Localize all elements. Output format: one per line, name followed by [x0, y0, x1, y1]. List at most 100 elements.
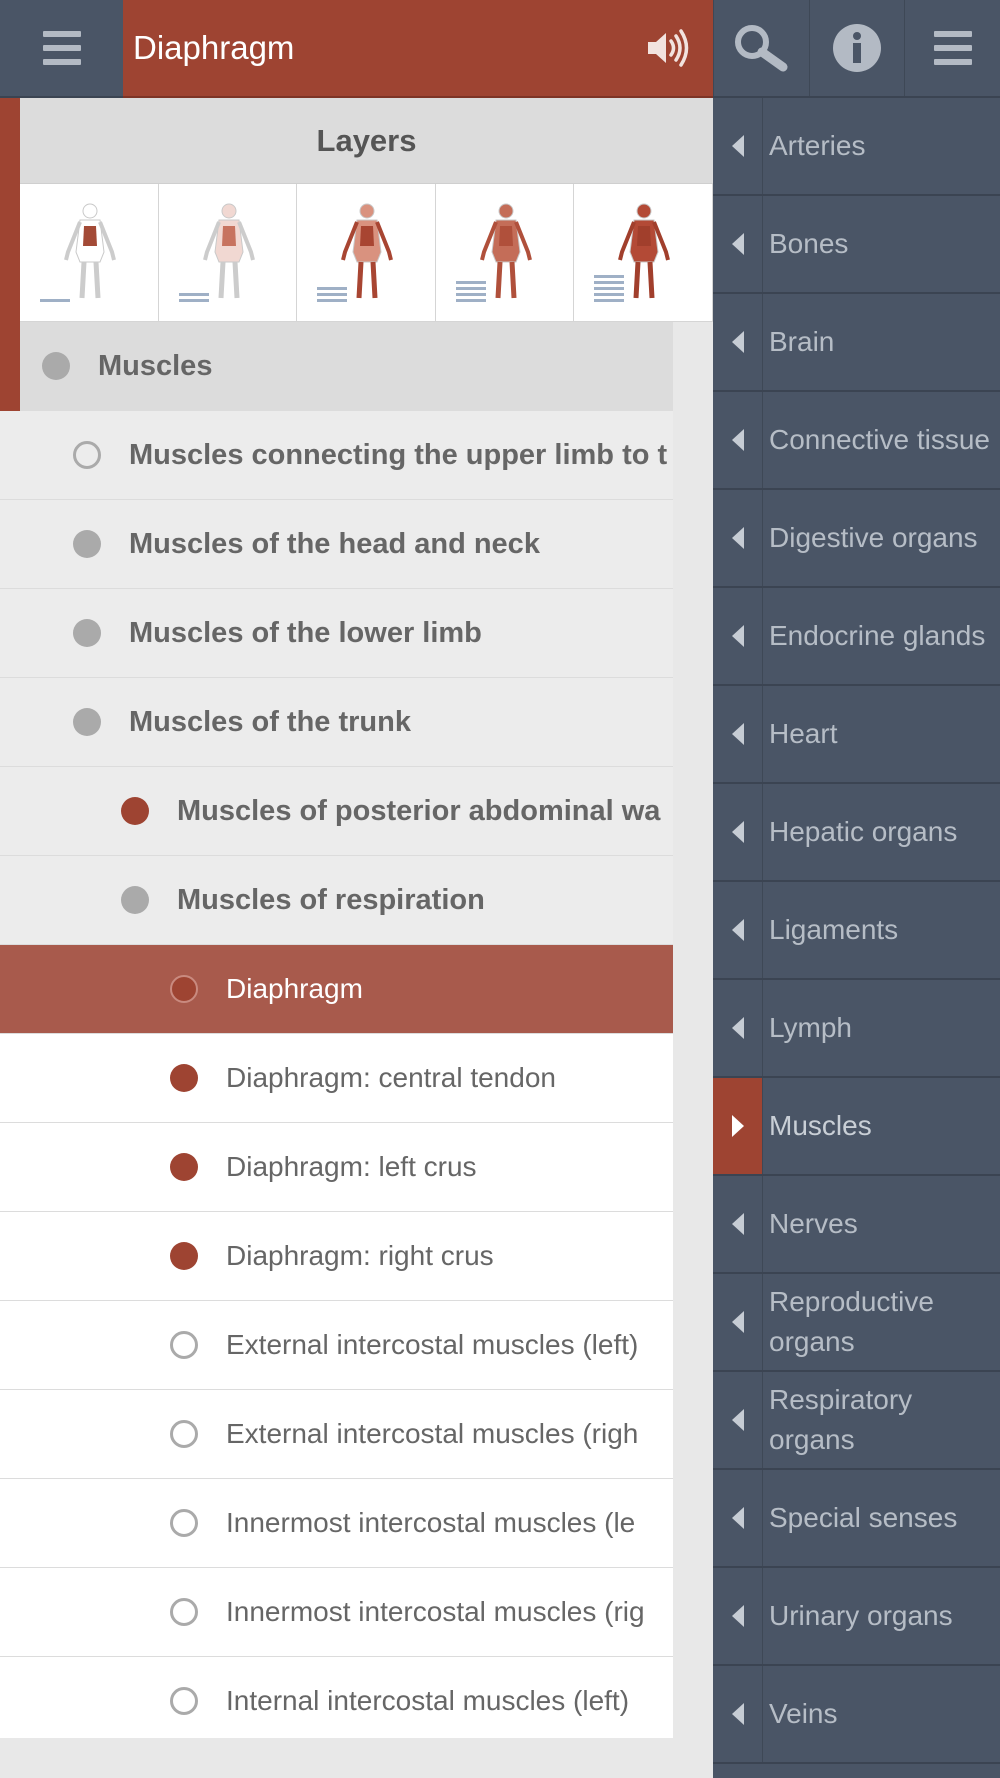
tree-item-row[interactable]: Diaphragm: left crus: [0, 1123, 673, 1212]
arrow-left-icon[interactable]: [713, 1274, 763, 1370]
arrow-left-icon[interactable]: [713, 784, 763, 880]
tree-subgroup-row[interactable]: Muscles of posterior abdominal wa: [0, 767, 673, 856]
scroll-gutter[interactable]: [673, 322, 713, 1778]
arrow-left-icon[interactable]: [713, 1176, 763, 1272]
nav-item-label: Digestive organs: [769, 522, 978, 553]
nav-item-veins[interactable]: Veins: [713, 1666, 1000, 1764]
info-icon: [833, 24, 881, 72]
filled-circle-icon[interactable]: [42, 352, 70, 380]
tree-item-label: Internal intercostal muscles (left): [226, 1685, 630, 1716]
left-menu-button[interactable]: [0, 0, 123, 98]
page-title: Diaphragm: [133, 29, 295, 66]
filled-circle-icon[interactable]: [170, 975, 198, 1003]
tree-footer: [0, 1738, 713, 1778]
arrow-left-icon[interactable]: [713, 196, 763, 292]
nav-item-urinary-organs[interactable]: Urinary organs: [713, 1568, 1000, 1666]
nav-item-reproductive-organs[interactable]: Reproductive organs: [713, 1274, 1000, 1372]
nav-item-nerves[interactable]: Nerves: [713, 1176, 1000, 1274]
tree-item-label: Muscles of the trunk: [129, 705, 411, 738]
filled-circle-icon[interactable]: [73, 530, 101, 558]
tree-item-label: External intercostal muscles (righ: [226, 1418, 639, 1449]
body-figure-icon: [64, 203, 116, 299]
hamburger-icon: [42, 31, 81, 65]
nav-item-brain[interactable]: Brain: [713, 294, 1000, 392]
body-figure-icon: [202, 203, 255, 299]
tree-item-row[interactable]: Diaphragm: right crus: [0, 1212, 673, 1301]
info-button[interactable]: [808, 0, 905, 96]
filled-circle-icon[interactable]: [73, 619, 101, 647]
empty-circle-icon[interactable]: [170, 1420, 198, 1448]
arrow-left-icon[interactable]: [713, 1666, 763, 1762]
tree-item-label: External intercostal muscles (left): [226, 1329, 639, 1360]
nav-item-label: Muscles: [769, 1110, 872, 1141]
nav-item-special-senses[interactable]: Special senses: [713, 1470, 1000, 1568]
tree-group-row[interactable]: Muscles of the head and neck: [0, 500, 673, 589]
nav-item-hepatic-organs[interactable]: Hepatic organs: [713, 784, 1000, 882]
sound-button[interactable]: [623, 0, 713, 97]
tree-item-label: Diaphragm: [226, 973, 363, 1004]
nav-item-respiratory-organs[interactable]: Respiratory organs: [713, 1372, 1000, 1470]
arrow-left-icon[interactable]: [713, 686, 763, 782]
nav-item-ligaments[interactable]: Ligaments: [713, 882, 1000, 980]
arrow-left-icon[interactable]: [713, 294, 763, 390]
nav-item-muscles[interactable]: Muscles: [713, 1078, 1000, 1176]
nav-item-arteries[interactable]: Arteries: [713, 98, 1000, 196]
right-menu-button[interactable]: [904, 0, 1000, 96]
search-button[interactable]: [713, 0, 809, 96]
arrow-left-icon[interactable]: [713, 980, 763, 1076]
nav-item-bones[interactable]: Bones: [713, 196, 1000, 294]
empty-circle-icon[interactable]: [170, 1509, 198, 1537]
tree-item-row[interactable]: External intercostal muscles (left): [0, 1301, 673, 1390]
nav-item-label: Hepatic organs: [769, 816, 958, 847]
layer-thumb-3[interactable]: [297, 184, 436, 322]
tree-item-row[interactable]: Innermost intercostal muscles (le: [0, 1479, 673, 1568]
arrow-right-icon[interactable]: [713, 1078, 763, 1174]
arrow-left-icon[interactable]: [713, 588, 763, 684]
tree-item-row[interactable]: Diaphragm: central tendon: [0, 1034, 673, 1123]
arrow-left-icon[interactable]: [713, 1470, 763, 1566]
layer-level-indicator: [317, 287, 348, 302]
filled-circle-icon[interactable]: [170, 1153, 198, 1181]
layer-thumb-5[interactable]: [574, 184, 713, 322]
arrow-left-icon[interactable]: [713, 882, 763, 978]
arrow-left-icon[interactable]: [713, 392, 763, 488]
nav-item-endocrine-glands[interactable]: Endocrine glands: [713, 588, 1000, 686]
nav-item-label: Arteries: [769, 130, 866, 161]
nav-item-connective-tissue[interactable]: Connective tissue: [713, 392, 1000, 490]
filled-circle-icon[interactable]: [170, 1064, 198, 1092]
tree-item-label: Muscles connecting the upper limb to t: [129, 438, 668, 471]
arrow-left-icon[interactable]: [713, 1568, 763, 1664]
empty-circle-icon[interactable]: [73, 441, 101, 469]
filled-circle-icon[interactable]: [73, 708, 101, 736]
nav-item-label: Respiratory organs: [769, 1384, 913, 1455]
nav-item-digestive-organs[interactable]: Digestive organs: [713, 490, 1000, 588]
empty-circle-icon[interactable]: [170, 1687, 198, 1715]
tree-group-row[interactable]: Muscles of the lower limb: [0, 589, 673, 678]
layer-thumb-4[interactable]: [436, 184, 575, 322]
arrow-left-icon[interactable]: [713, 490, 763, 586]
tree-group-row[interactable]: Muscles connecting the upper limb to t: [0, 411, 673, 500]
arrow-left-icon[interactable]: [713, 98, 763, 194]
nav-item-heart[interactable]: Heart: [713, 686, 1000, 784]
empty-circle-icon[interactable]: [170, 1331, 198, 1359]
search-icon: [735, 25, 788, 72]
arrow-left-icon[interactable]: [713, 1372, 763, 1468]
nav-item-lymph[interactable]: Lymph: [713, 980, 1000, 1078]
filled-circle-icon[interactable]: [121, 797, 149, 825]
tree-item-row[interactable]: External intercostal muscles (righ: [0, 1390, 673, 1479]
layer-thumb-2[interactable]: [159, 184, 298, 322]
layer-thumb-1[interactable]: [20, 184, 159, 322]
tree-item-row[interactable]: Internal intercostal muscles (left): [0, 1657, 673, 1746]
right-toolbar: [713, 0, 1000, 98]
tree-item-selected[interactable]: Diaphragm: [0, 945, 673, 1034]
tree-item-row[interactable]: Innermost intercostal muscles (rig: [0, 1568, 673, 1657]
nav-item-label: Heart: [769, 718, 838, 749]
tree-root-muscles[interactable]: Muscles: [20, 322, 673, 411]
filled-circle-icon[interactable]: [170, 1242, 198, 1270]
tree-group-row[interactable]: Muscles of the trunk: [0, 678, 673, 767]
filled-circle-icon[interactable]: [121, 886, 149, 914]
empty-circle-icon[interactable]: [170, 1598, 198, 1626]
nav-item-label: Veins: [769, 1698, 838, 1729]
tree-subgroup-row[interactable]: Muscles of respiration: [0, 856, 673, 945]
hamburger-icon: [933, 31, 972, 65]
